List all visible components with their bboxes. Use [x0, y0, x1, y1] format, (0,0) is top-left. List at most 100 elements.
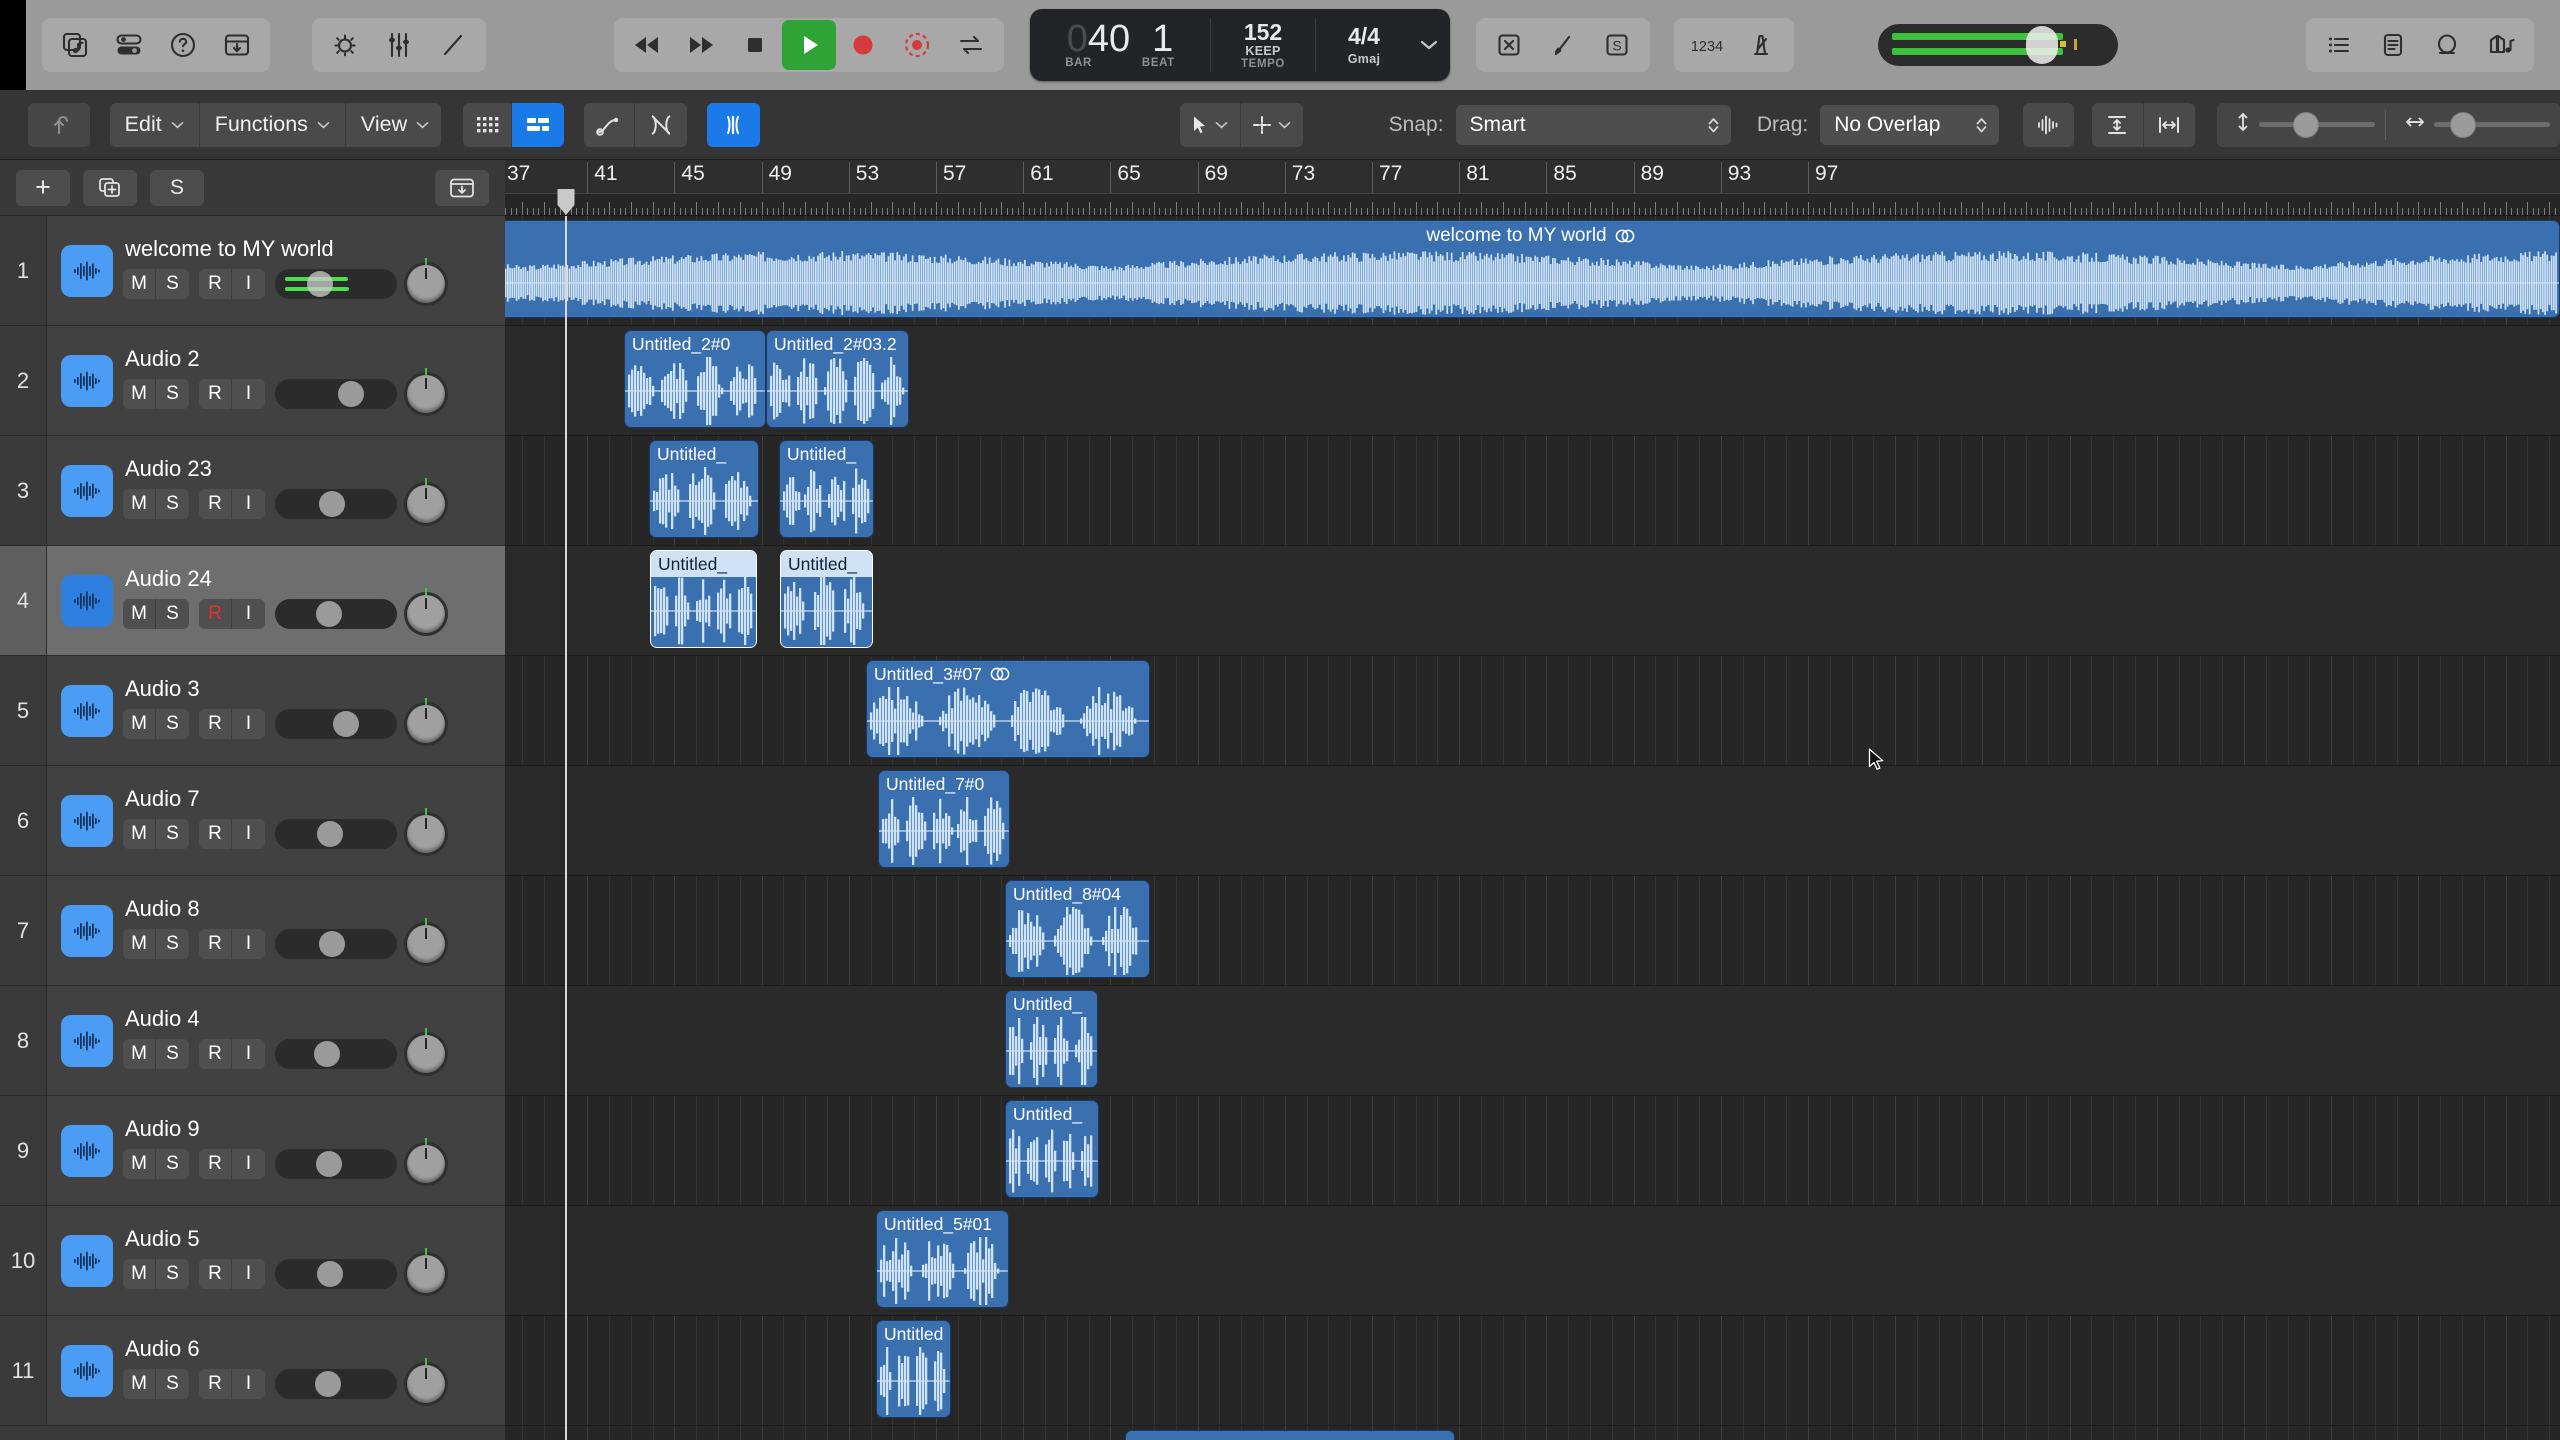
- region-title-bar[interactable]: Untitled_3#07: [867, 661, 1149, 687]
- fast-forward-button[interactable]: [674, 20, 728, 70]
- toolbar-icon[interactable]: [210, 20, 264, 70]
- track-pan-knob[interactable]: [407, 478, 445, 523]
- region-title-bar[interactable]: Untitled_2#0: [625, 331, 765, 357]
- fader-knob[interactable]: [317, 1261, 344, 1287]
- mute-button[interactable]: M: [123, 1369, 156, 1399]
- track-volume-fader[interactable]: [275, 1039, 397, 1069]
- audio-track-icon[interactable]: [61, 1014, 113, 1067]
- track-name[interactable]: welcome to MY world: [123, 238, 495, 260]
- input-monitor-button[interactable]: I: [232, 1039, 265, 1069]
- audio-track-icon[interactable]: [61, 244, 113, 297]
- fader-knob[interactable]: [307, 271, 334, 297]
- view-menu[interactable]: View: [345, 102, 441, 147]
- audio-region[interactable]: Untitled_7#0: [878, 770, 1010, 868]
- track-name[interactable]: Audio 8: [123, 898, 495, 920]
- arrange-area[interactable]: welcome to MY world Untitled_2#0 Untitle…: [505, 216, 2560, 1440]
- record-enable-button[interactable]: R: [199, 379, 232, 409]
- track-header-body[interactable]: Audio 3 M S R I: [47, 656, 505, 765]
- track-name[interactable]: Audio 9: [123, 1118, 495, 1140]
- mixer-icon[interactable]: [372, 20, 426, 70]
- region-title-bar[interactable]: Untitled_: [780, 441, 873, 467]
- waveform-zoom-button[interactable]: [2022, 102, 2075, 147]
- track-header[interactable]: 2 Audio 2 M S R I: [0, 326, 505, 436]
- track-name[interactable]: Audio 3: [123, 678, 495, 700]
- track-header-body[interactable]: welcome to MY world M S R I: [47, 216, 505, 325]
- solo-button[interactable]: S: [156, 379, 189, 409]
- fader-knob[interactable]: [315, 1151, 342, 1177]
- playhead-handle[interactable]: [556, 188, 576, 215]
- editors-icon[interactable]: [426, 20, 480, 70]
- input-monitor-button[interactable]: I: [232, 929, 265, 959]
- track-lane[interactable]: [505, 1206, 2560, 1316]
- region-title-bar[interactable]: Untitled_: [1006, 1101, 1098, 1127]
- track-header[interactable]: 6 Audio 7 M S R I: [0, 766, 505, 876]
- audio-track-icon[interactable]: [61, 354, 113, 407]
- horizontal-zoom-slider[interactable]: [2434, 110, 2550, 140]
- smart-controls-icon[interactable]: [318, 20, 372, 70]
- timeline-ruler[interactable]: 37 41 45 49 53 57 61 65 69 73 77 81 85 89 93 97: [505, 160, 2560, 216]
- record-enable-button[interactable]: R: [199, 1369, 232, 1399]
- solo-button[interactable]: S: [156, 709, 189, 739]
- audio-region[interactable]: Untitled_: [650, 550, 757, 648]
- solo-button[interactable]: S: [156, 929, 189, 959]
- record-enable-button[interactable]: R: [199, 1039, 232, 1069]
- mute-button[interactable]: M: [123, 929, 156, 959]
- solo-all-button[interactable]: S: [150, 169, 204, 206]
- mute-button[interactable]: M: [123, 819, 156, 849]
- audio-region[interactable]: Untitled: [876, 1320, 951, 1418]
- library-icon[interactable]: [48, 20, 102, 70]
- track-header-body[interactable]: Audio 4 M S R I: [47, 986, 505, 1095]
- mute-button[interactable]: M: [123, 489, 156, 519]
- mute-button[interactable]: M: [123, 1149, 156, 1179]
- chevron-down-icon[interactable]: [1412, 9, 1446, 81]
- track-header[interactable]: 3 Audio 23 M S R I: [0, 436, 505, 546]
- track-volume-fader[interactable]: [275, 1259, 397, 1289]
- audio-region[interactable]: [1125, 1430, 1455, 1440]
- fader-knob[interactable]: [319, 931, 346, 957]
- input-monitor-button[interactable]: I: [232, 819, 265, 849]
- track-name[interactable]: Audio 24: [123, 568, 495, 590]
- audio-region[interactable]: Untitled_8#04: [1005, 880, 1150, 978]
- audio-track-icon[interactable]: [61, 1234, 113, 1287]
- track-name[interactable]: Audio 23: [123, 458, 495, 480]
- track-header-body[interactable]: Audio 9 M S R I: [47, 1096, 505, 1205]
- track-pan-knob[interactable]: [407, 918, 445, 963]
- lcd-display[interactable]: 040 1 BAR BEAT 152 KEEP TEMPO 4/4 Gmaj: [1030, 9, 1450, 81]
- track-headers-list[interactable]: 1 welcome to MY world M S R I 2 Audio 2 …: [0, 216, 505, 1440]
- region-title-bar[interactable]: Untitled_8#04: [1006, 881, 1149, 907]
- mute-button[interactable]: M: [123, 709, 156, 739]
- input-monitor-button[interactable]: I: [232, 599, 265, 629]
- track-volume-fader[interactable]: [275, 489, 397, 519]
- midi-in-icon[interactable]: [1536, 20, 1590, 70]
- stop-button[interactable]: [728, 20, 782, 70]
- track-header[interactable]: 7 Audio 8 M S R I: [0, 876, 505, 986]
- fader-knob[interactable]: [314, 1371, 341, 1397]
- fader-knob[interactable]: [333, 711, 360, 737]
- region-title-bar[interactable]: Untitled_5#01: [877, 1211, 1008, 1237]
- track-name[interactable]: Audio 5: [123, 1228, 495, 1250]
- count-in-icon[interactable]: 1234: [1680, 20, 1734, 70]
- record-enable-button[interactable]: R: [199, 269, 232, 299]
- metronome-icon[interactable]: [1734, 20, 1788, 70]
- input-monitor-button[interactable]: I: [232, 489, 265, 519]
- master-volume-slider[interactable]: [1878, 24, 2118, 66]
- solo-button[interactable]: S: [156, 1149, 189, 1179]
- track-lane[interactable]: [505, 1096, 2560, 1206]
- fader-knob[interactable]: [337, 381, 364, 407]
- region-title-bar[interactable]: Untitled_: [781, 551, 872, 577]
- record-enable-button[interactable]: R: [199, 709, 232, 739]
- media-browser-icon[interactable]: [2474, 20, 2528, 70]
- horizontal-fit-button[interactable]: [2143, 102, 2195, 147]
- audio-region[interactable]: Untitled_: [1005, 1100, 1099, 1198]
- mute-button[interactable]: M: [123, 379, 156, 409]
- track-pan-knob[interactable]: [407, 1358, 445, 1403]
- vertical-auto-zoom-button[interactable]: [2092, 102, 2144, 147]
- track-pan-knob[interactable]: [407, 368, 445, 413]
- audio-region[interactable]: Untitled_: [1005, 990, 1098, 1088]
- track-view-toggle[interactable]: [512, 102, 564, 147]
- track-volume-fader[interactable]: [275, 709, 397, 739]
- track-header[interactable]: 11 Audio 6 M S R I: [0, 1316, 505, 1426]
- loop-browser-icon[interactable]: [2420, 20, 2474, 70]
- cycle-button[interactable]: [944, 20, 998, 70]
- notes-icon[interactable]: [2366, 20, 2420, 70]
